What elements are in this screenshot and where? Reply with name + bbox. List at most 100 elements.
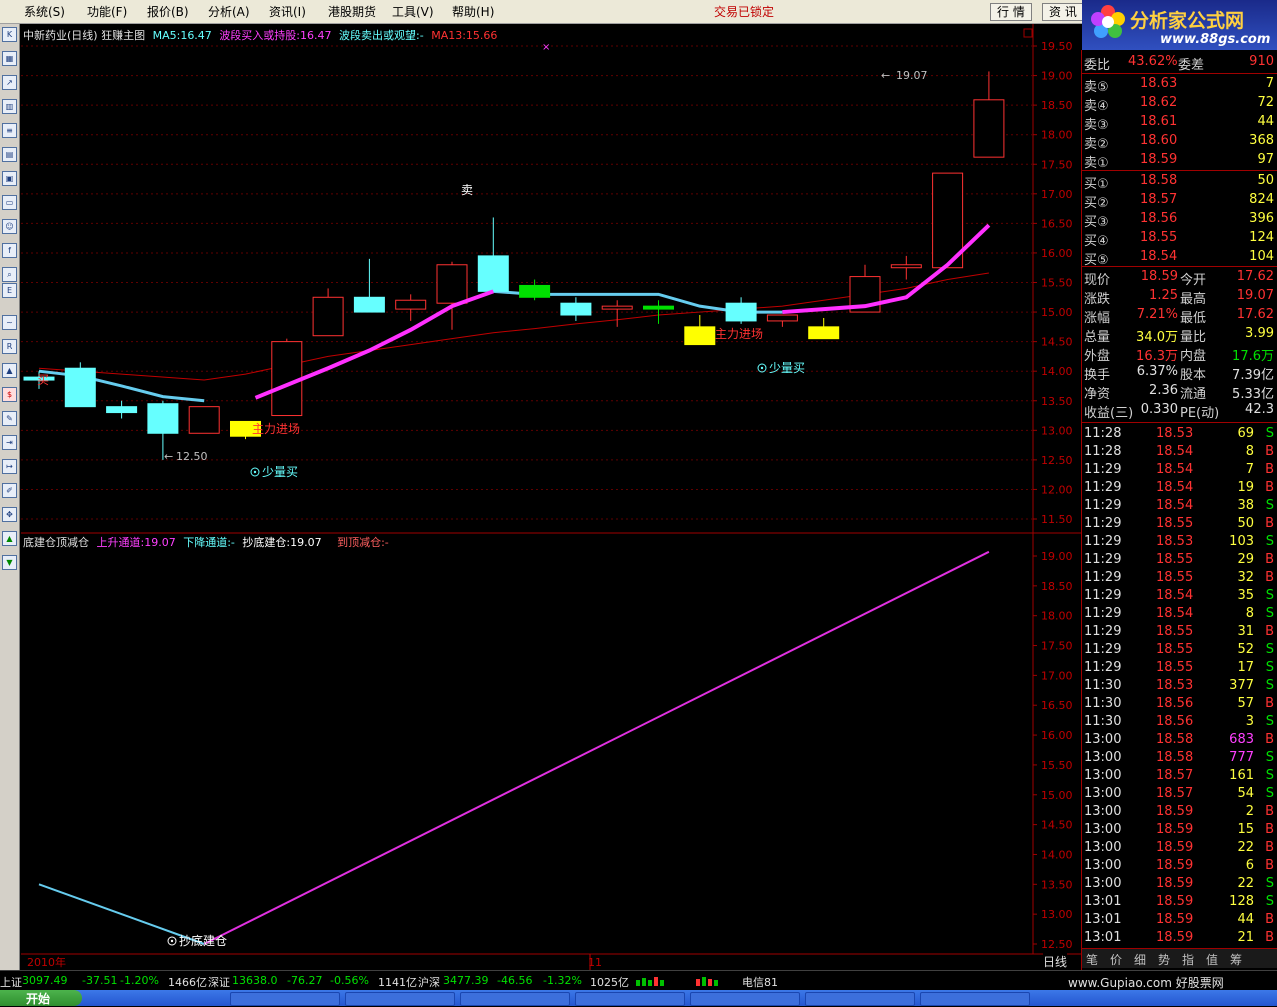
candle-body <box>725 302 757 322</box>
sz-index-pct: -0.56% <box>330 974 369 987</box>
tick-cell: 6 <box>1245 858 1254 873</box>
menu-info[interactable]: 资讯(I) <box>269 3 306 20</box>
folder-icon[interactable]: ▭ <box>2 195 17 210</box>
tick-cell: 11:28 <box>1084 444 1122 459</box>
rsi-icon[interactable]: R <box>2 339 17 354</box>
menu-system[interactable]: 系统(S) <box>24 3 65 20</box>
grid-icon[interactable]: ▦ <box>2 51 17 66</box>
low-arrow-label: ← <box>164 450 173 463</box>
tick-cell: S <box>1265 786 1274 801</box>
sub-ytick-label: 14.50 <box>1041 819 1073 832</box>
exit-icon[interactable]: ⇥ <box>2 435 17 450</box>
detail-tab[interactable]: 值 <box>1206 951 1218 968</box>
sz-index-value: 13638.0 <box>232 974 278 987</box>
ask-row: 卖③ 18.61 44 <box>1082 113 1277 133</box>
tick-cell: S <box>1265 894 1274 909</box>
tick-cell: 13:00 <box>1084 840 1122 855</box>
tick-row: 11:29 18.54 38 S <box>1082 497 1277 515</box>
table-icon[interactable]: ▤ <box>2 147 17 162</box>
bid-row: 买④ 18.55 124 <box>1082 229 1277 249</box>
kline-icon[interactable]: K <box>2 27 17 42</box>
tick-cell: 13:00 <box>1084 804 1122 819</box>
task-item-6[interactable] <box>805 992 915 1006</box>
tick-cell: 13:00 <box>1084 786 1122 801</box>
task-item-5[interactable] <box>690 992 800 1006</box>
ma5-legend: MA5:16.47 <box>152 29 212 42</box>
search-icon[interactable]: ⌕ <box>2 267 17 282</box>
detail-tab[interactable]: 笔 <box>1086 951 1098 968</box>
sub-chart-title: 底建仓顶减仓 <box>23 536 89 549</box>
main-ytick-label: 16.00 <box>1041 247 1073 260</box>
weibi-row-cell: 43.62% <box>1128 54 1178 69</box>
report-icon[interactable]: ▣ <box>2 171 17 186</box>
detail-tab[interactable]: 指 <box>1182 951 1194 968</box>
tick-cell: 18.56 <box>1156 696 1194 711</box>
detail-tab[interactable]: 细 <box>1134 951 1146 968</box>
move-icon[interactable]: ✥ <box>2 507 17 522</box>
menu-analysis[interactable]: 分析(A) <box>208 3 250 20</box>
tick-cell: 18.58 <box>1156 750 1194 765</box>
menu-quote[interactable]: 报价(B) <box>147 3 189 20</box>
tick-row: 11:29 18.55 17 S <box>1082 659 1277 677</box>
tick-cell: 31 <box>1237 624 1254 639</box>
market-button[interactable]: 行 情 <box>990 3 1032 21</box>
tick-cell: 377 <box>1229 678 1254 693</box>
tool-icon[interactable]: ✎ <box>2 411 17 426</box>
menu-function[interactable]: 功能(F) <box>87 3 127 20</box>
sell-signal-label: 卖 <box>461 183 473 197</box>
detail-tab[interactable]: 势 <box>1158 951 1170 968</box>
task-item-7[interactable] <box>920 992 1030 1006</box>
etf-icon[interactable]: E <box>2 283 17 298</box>
main-ytick-label: 17.00 <box>1041 188 1073 201</box>
bid-row-cell: 买③ <box>1084 215 1109 230</box>
main-ytick-label: 15.50 <box>1041 277 1073 290</box>
stat-row-cell: 1.25 <box>1149 288 1178 303</box>
wave-icon[interactable]: ~ <box>2 315 17 330</box>
ask-row: 卖② 18.60 368 <box>1082 132 1277 152</box>
tick-cell: 52 <box>1237 642 1254 657</box>
chart-icon[interactable]: ▲ <box>2 363 17 378</box>
trend-icon[interactable]: ↗ <box>2 75 17 90</box>
task-item-2[interactable] <box>345 992 455 1006</box>
menu-tools[interactable]: 工具(V) <box>392 3 434 20</box>
candle-body <box>106 406 138 414</box>
menu-help[interactable]: 帮助(H) <box>452 3 494 20</box>
export-icon[interactable]: ↦ <box>2 459 17 474</box>
ask-row-cell: 卖④ <box>1084 99 1109 114</box>
candle-icon[interactable]: ▥ <box>2 99 17 114</box>
tick-cell: B <box>1265 624 1274 639</box>
task-item-1[interactable] <box>230 992 340 1006</box>
ask-row-cell: 18.62 <box>1140 95 1178 110</box>
pencil-icon[interactable]: ✐ <box>2 483 17 498</box>
arrow-down-icon[interactable]: ▼ <box>2 555 17 570</box>
dollar-icon[interactable]: $ <box>2 387 17 402</box>
stat-row-cell: 涨跌 <box>1084 292 1111 307</box>
info-button[interactable]: 资 讯 <box>1042 3 1084 21</box>
bid-row-cell: 396 <box>1249 211 1274 226</box>
formula-icon[interactable]: f <box>2 243 17 258</box>
divider <box>1082 73 1277 74</box>
market-breadth-icon <box>636 977 718 986</box>
main-ytick-label: 18.50 <box>1041 99 1073 112</box>
detail-tab[interactable]: 筹 <box>1230 951 1242 968</box>
task-item-3[interactable] <box>460 992 570 1006</box>
start-button[interactable]: 开始 <box>0 990 82 1006</box>
tick-cell: 11:29 <box>1084 642 1122 657</box>
task-item-4[interactable] <box>575 992 685 1006</box>
stat-row-cell: 收益(三) <box>1084 406 1134 421</box>
divider <box>1082 170 1277 171</box>
arrow-up-icon[interactable]: ▲ <box>2 531 17 546</box>
bid-row-cell: 买② <box>1084 196 1109 211</box>
list-icon[interactable]: ≡ <box>2 123 17 138</box>
bid-row-cell: 买① <box>1084 177 1109 192</box>
tick-cell: 18.53 <box>1156 678 1194 693</box>
stat-row-cell: 净资 <box>1084 387 1111 402</box>
tick-cell: 32 <box>1237 570 1254 585</box>
detail-tab[interactable]: 价 <box>1110 951 1122 968</box>
candle-body <box>312 296 344 337</box>
tick-cell: 69 <box>1237 426 1254 441</box>
menu-hk-futures[interactable]: 港股期货 <box>328 3 376 20</box>
users-icon[interactable]: ☺ <box>2 219 17 234</box>
weibi-row: 委比 43.62% 委差 910 <box>1082 53 1277 73</box>
daily-period-tab[interactable]: 日线 <box>1043 953 1068 970</box>
